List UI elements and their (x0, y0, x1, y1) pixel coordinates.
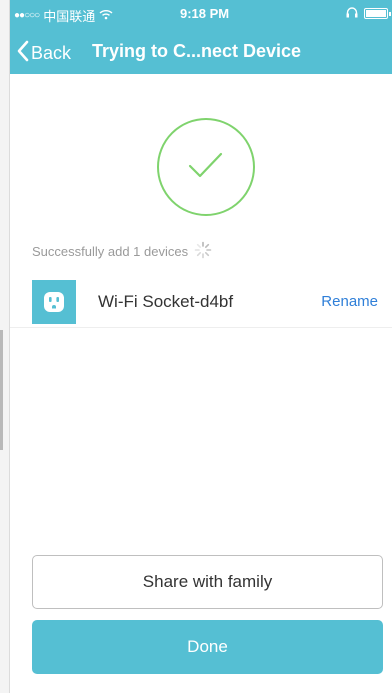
status-time: 9:18 PM (180, 6, 230, 21)
add-status: Successfully add 1 devices (32, 241, 212, 262)
left-window-edge (0, 0, 10, 693)
page-title: Trying to C...nect Device (92, 41, 302, 61)
success-status-text: Successfully add 1 devices (32, 244, 189, 259)
device-name: Wi-Fi Socket-d4bf (98, 292, 234, 311)
carrier-name: 中国联通 (43, 9, 96, 24)
status-bar-left: ●●○○○ 中国联通 (14, 6, 113, 25)
share-with-family-button[interactable]: Share with family (32, 555, 383, 609)
device-list-item: Wi-Fi Socket-d4bf Rename (10, 276, 392, 328)
status-bar: ●●○○○ 中国联通 9:18 PM (10, 0, 392, 30)
back-label: Back (31, 43, 72, 63)
socket-icon (32, 280, 76, 324)
edge-marker (0, 330, 3, 450)
done-button[interactable]: Done (32, 620, 383, 674)
spinner-icon (194, 241, 212, 262)
signal-strength-dots: ●●○○○ (14, 10, 40, 21)
rename-link[interactable]: Rename (321, 293, 378, 310)
back-button[interactable]: Back (16, 40, 71, 67)
checkmark-icon (188, 152, 223, 178)
wifi-icon (99, 8, 113, 23)
battery-level (366, 10, 386, 17)
battery-icon (364, 8, 391, 19)
chevron-left-icon (16, 40, 29, 67)
status-bar-right (346, 6, 391, 21)
success-indicator (157, 118, 255, 216)
navigation-bar: Back Trying to C...nect Device (10, 30, 392, 74)
headphones-icon (346, 6, 358, 21)
